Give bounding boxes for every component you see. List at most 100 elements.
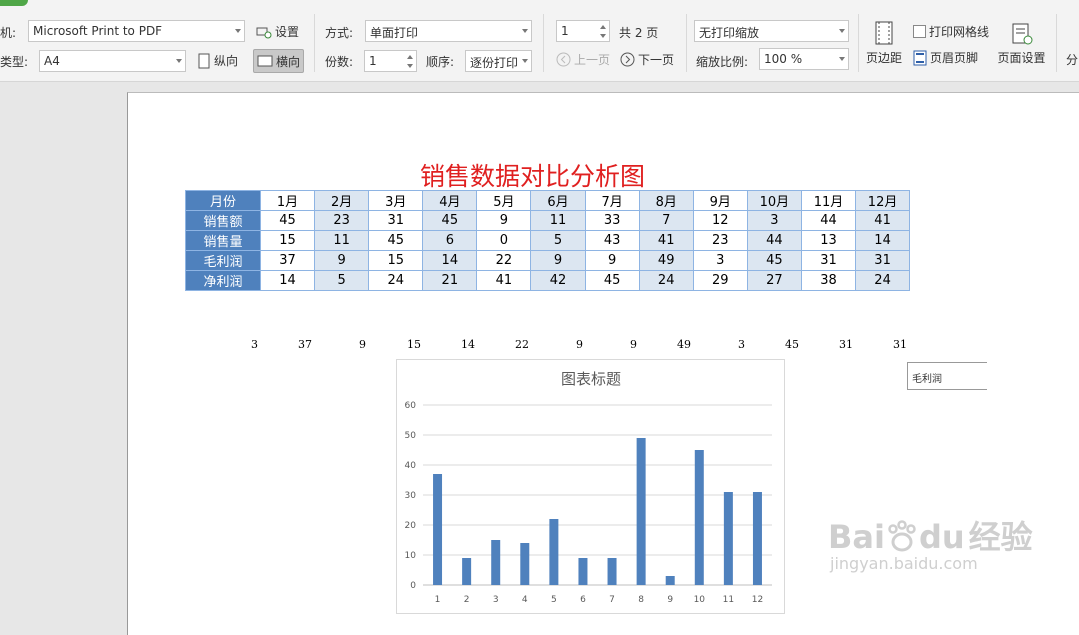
y-tick-label: 30 xyxy=(405,491,417,501)
gridlines-label: 打印网格线 xyxy=(929,25,990,39)
zoom-select[interactable]: 100 % xyxy=(759,48,849,70)
bar xyxy=(491,540,501,585)
x-tick-label: 11 xyxy=(723,595,734,605)
table-cell: 31 xyxy=(368,210,424,231)
stray-value: 9 xyxy=(576,338,583,351)
copies-spinner[interactable]: 1 xyxy=(364,50,417,72)
spin-down-icon[interactable] xyxy=(407,64,413,68)
margins-icon xyxy=(875,21,893,45)
print-preview-toolbar: 机: Microsoft Print to PDF 设置 类型: A4 纵向 横… xyxy=(0,0,1079,82)
margins-button[interactable]: 页边距 xyxy=(864,20,904,66)
x-tick-label: 12 xyxy=(752,595,763,605)
table-cell: 14 xyxy=(855,230,911,251)
table-cell: 45 xyxy=(422,210,478,231)
table-cell: 14 xyxy=(259,270,316,291)
table-cell: 41 xyxy=(476,270,532,291)
stray-value: 45 xyxy=(785,338,799,351)
table-header-cell: 5月 xyxy=(476,190,532,211)
table-header-cell: 3月 xyxy=(368,190,424,211)
split-label[interactable]: 分 xyxy=(1066,51,1078,68)
checkbox-box[interactable] xyxy=(913,25,926,38)
table-header-cell: 1月 xyxy=(259,190,316,211)
chevron-down-icon xyxy=(522,29,528,33)
y-tick-label: 0 xyxy=(410,581,416,591)
bar xyxy=(723,492,733,585)
table-cell: 31 xyxy=(855,250,911,271)
setup-label: 设置 xyxy=(275,25,300,39)
portrait-icon xyxy=(198,53,210,68)
order-value: 逐份打印 xyxy=(470,56,519,70)
print-mode-select[interactable]: 单面打印 xyxy=(365,20,532,42)
table-cell: 11 xyxy=(314,230,370,251)
portrait-button[interactable]: 纵向 xyxy=(197,52,238,69)
page-setup-icon xyxy=(1012,23,1032,45)
stray-value: 3 xyxy=(738,338,745,351)
table-cell: 9 xyxy=(476,210,532,231)
table-cell: 3 xyxy=(692,250,748,271)
table-cell: 23 xyxy=(692,230,748,251)
spin-up-icon[interactable] xyxy=(407,55,413,59)
x-tick-label: 3 xyxy=(493,595,499,605)
table-cell: 13 xyxy=(800,230,857,251)
table-cell: 29 xyxy=(692,270,748,291)
y-tick-label: 10 xyxy=(405,551,417,561)
bar xyxy=(549,519,559,585)
next-page-label: 下一页 xyxy=(638,53,675,67)
printer-gear-icon xyxy=(256,27,272,38)
page-number-spinner[interactable]: 1 xyxy=(556,20,610,42)
table-cell: 24 xyxy=(855,270,911,291)
table-cell: 9 xyxy=(314,250,370,271)
x-tick-label: 5 xyxy=(551,595,557,605)
bar-chart[interactable]: 图表标题 0 10 20 30 40 50 60 1 2 3 4 5 6 7 8 9 10 11 12 xyxy=(396,359,785,614)
watermark-cn: 经验 xyxy=(968,518,1033,556)
table-cell: 38 xyxy=(800,270,857,291)
separator xyxy=(543,14,544,72)
scale-mode-select[interactable]: 无打印缩放 xyxy=(694,20,849,42)
table-cell: 45 xyxy=(746,250,802,271)
prev-page-label: 上一页 xyxy=(574,53,611,67)
printer-select[interactable]: Microsoft Print to PDF xyxy=(28,20,245,42)
table-row: 净利润 14 5 24 21 41 42 45 24 29 27 38 24 xyxy=(185,270,911,291)
stray-value: 31 xyxy=(893,338,907,351)
x-tick-label: 2 xyxy=(464,595,470,605)
collate-select[interactable]: 逐份打印 xyxy=(465,50,532,72)
prev-page-button[interactable]: 上一页 xyxy=(556,51,610,68)
header-footer-button[interactable]: 页眉页脚 xyxy=(913,49,978,66)
table-cell: 44 xyxy=(746,230,802,251)
paper-select[interactable]: A4 xyxy=(39,50,186,72)
bar xyxy=(520,543,530,585)
bar xyxy=(433,474,443,585)
separator xyxy=(1056,14,1057,72)
chevron-down-icon xyxy=(176,59,182,63)
printer-value: Microsoft Print to PDF xyxy=(33,24,163,38)
setup-button[interactable]: 设置 xyxy=(256,23,299,40)
table-cell: 41 xyxy=(638,230,694,251)
watermark-brand: Bai xyxy=(828,518,885,556)
chart-svg: 图表标题 01020304050601 2 3 4 5 6 7 8 9 10 11 12 xyxy=(405,370,772,605)
table-cell: 6 xyxy=(422,230,478,251)
table-cell: 7 xyxy=(638,210,694,231)
sales-table: 月份 1月 2月 3月 4月 5月 6月 7月 8月 9月 10月 11月 12… xyxy=(185,190,911,291)
baidu-watermark: Bai du 经验 jingyan.baidu.com xyxy=(828,520,1033,573)
landscape-label: 横向 xyxy=(276,54,301,69)
table-cell: 15 xyxy=(259,230,316,251)
table-header-cell: 7月 xyxy=(584,190,640,211)
printer-label: 机: xyxy=(0,26,17,40)
zoom-value: 100 % xyxy=(764,52,803,66)
table-cell: 27 xyxy=(746,270,802,291)
bar xyxy=(578,558,588,585)
landscape-button[interactable]: 横向 xyxy=(253,49,305,73)
next-page-button[interactable]: 下一页 xyxy=(620,51,674,68)
row-label: 净利润 xyxy=(185,270,261,291)
spin-up-icon[interactable] xyxy=(600,25,606,29)
page-setup-button[interactable]: 页面设置 xyxy=(994,22,1049,66)
spin-down-icon[interactable] xyxy=(600,34,606,38)
app-tab-tag xyxy=(0,0,28,6)
print-gridlines-checkbox[interactable]: 打印网格线 xyxy=(913,23,989,40)
table-cell: 45 xyxy=(368,230,424,251)
arrow-left-circle-icon xyxy=(556,52,571,67)
margins-label: 页边距 xyxy=(865,51,902,65)
sheet-title: 销售数据对比分析图 xyxy=(420,162,646,191)
table-cell: 43 xyxy=(584,230,640,251)
table-cell: 41 xyxy=(855,210,911,231)
